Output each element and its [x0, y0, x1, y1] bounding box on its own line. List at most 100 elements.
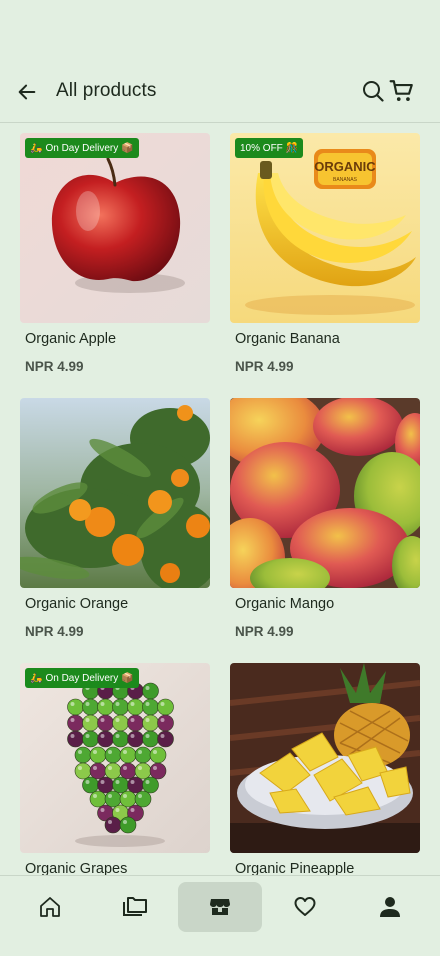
grape-berry	[134, 746, 152, 764]
grape-highlight	[153, 750, 157, 754]
grape-highlight	[138, 766, 142, 770]
product-card-mango[interactable]: Organic Mango NPR 4.99	[230, 398, 420, 653]
grape-berry	[97, 698, 114, 716]
grape-berry	[127, 730, 144, 748]
arrow-left-icon	[18, 84, 36, 100]
store-icon	[210, 899, 230, 915]
grape-highlight	[145, 734, 150, 738]
nav-store[interactable]	[178, 882, 262, 932]
grape-berry	[97, 730, 114, 748]
grape-berry	[119, 746, 137, 764]
product-card-orange[interactable]: Organic Orange NPR 4.99	[20, 398, 210, 653]
product-card-grapes[interactable]: 🛵 On Day Delivery 📦 Organic Grapes	[20, 663, 210, 875]
grape-highlight	[145, 702, 150, 706]
product-image-orange	[20, 398, 210, 588]
grape-highlight	[115, 718, 120, 722]
grape-berry	[119, 790, 137, 808]
grape-berry	[97, 776, 114, 794]
grape-berry	[142, 714, 159, 732]
grape-berry	[157, 698, 174, 716]
grape-highlight	[160, 734, 165, 738]
grape-berry	[89, 790, 107, 808]
grape-highlight	[93, 794, 97, 798]
grape-highlight	[100, 780, 105, 784]
product-name: Organic Pineapple	[235, 861, 355, 875]
grape-berry	[104, 762, 122, 780]
app-bar: All products	[0, 66, 440, 118]
grape-berry	[112, 776, 129, 794]
grape-highlight	[100, 808, 105, 812]
grape-highlight	[153, 766, 157, 770]
grape-highlight	[145, 780, 150, 784]
product-image-mango	[230, 398, 420, 588]
grape-highlight	[145, 718, 150, 722]
grape-berry	[74, 762, 92, 780]
nav-favorites[interactable]	[263, 882, 347, 932]
grape-highlight	[115, 780, 120, 784]
grape-berry	[82, 730, 99, 748]
grape-berry	[89, 746, 107, 764]
grape-highlight	[108, 794, 112, 798]
product-image-grapes	[20, 663, 210, 853]
product-price: NPR 4.99	[25, 359, 84, 374]
product-name: Organic Orange	[25, 596, 129, 612]
nav-profile[interactable]	[348, 882, 432, 932]
categories-icon	[123, 897, 147, 916]
grape-highlight	[93, 766, 97, 770]
grape-berry	[82, 698, 99, 716]
grape-highlight	[100, 718, 105, 722]
grape-berry	[67, 714, 84, 732]
banana-label-subtext: BANANAS	[333, 177, 358, 183]
grape-berry	[104, 816, 122, 834]
product-name: Organic Grapes	[25, 861, 128, 875]
grape-highlight	[138, 750, 142, 754]
product-price: NPR 4.99	[235, 624, 294, 639]
grape-highlight	[85, 718, 90, 722]
grape-highlight	[108, 766, 112, 770]
grape-berry	[119, 762, 137, 780]
search-button[interactable]	[360, 78, 386, 104]
grape-highlight	[85, 702, 90, 706]
nav-home[interactable]	[8, 882, 92, 932]
grape-highlight	[138, 794, 142, 798]
grape-highlight	[70, 702, 75, 706]
grape-berry	[119, 816, 137, 834]
grape-berry	[157, 730, 174, 748]
grape-highlight	[130, 808, 135, 812]
grape-highlight	[123, 794, 127, 798]
grape-highlight	[85, 734, 90, 738]
discount-badge: 10% OFF 🎊	[235, 138, 304, 158]
heart-icon	[294, 897, 316, 916]
grape-berry	[104, 790, 122, 808]
grape-highlight	[145, 686, 150, 690]
grape-highlight	[78, 766, 82, 770]
product-card-apple[interactable]: 🛵 On Day Delivery 📦 Organic Apple NPR 4.…	[20, 133, 210, 388]
grape-highlight	[123, 820, 127, 824]
grape-berry	[142, 730, 159, 748]
page-title: All products	[56, 80, 157, 101]
delivery-badge: 🛵 On Day Delivery 📦	[25, 138, 139, 158]
grape-highlight	[123, 750, 127, 754]
product-name: Organic Mango	[235, 596, 335, 612]
grape-berry	[112, 730, 129, 748]
grape-highlight	[78, 750, 82, 754]
grape-berry	[97, 714, 114, 732]
grape-berry	[134, 790, 152, 808]
product-card-banana[interactable]: ORGANIC BANANAS 10% OFF 🎊 Organic Banana…	[230, 133, 420, 388]
grape-berry	[67, 698, 84, 716]
grape-berry	[142, 698, 159, 716]
grape-highlight	[123, 766, 127, 770]
cart-button[interactable]	[388, 77, 416, 105]
grape-berry	[112, 714, 129, 732]
nav-categories[interactable]	[93, 882, 177, 932]
product-name: Organic Banana	[235, 331, 340, 347]
grape-berry	[142, 776, 159, 794]
grape-highlight	[70, 734, 75, 738]
delivery-badge: 🛵 On Day Delivery 📦	[25, 668, 139, 688]
back-button[interactable]	[14, 79, 40, 105]
grape-berry	[82, 776, 99, 794]
scooter-icon: 🛵	[30, 672, 43, 684]
product-card-pineapple[interactable]: Organic Pineapple	[230, 663, 420, 875]
product-price: NPR 4.99	[235, 359, 294, 374]
grape-berry	[127, 714, 144, 732]
